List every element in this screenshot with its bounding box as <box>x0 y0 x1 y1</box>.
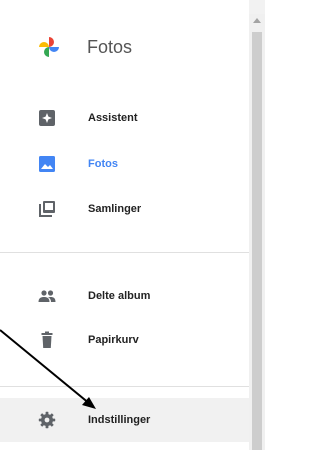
sidebar-item-label: Fotos <box>88 158 118 170</box>
scrollbar-thumb[interactable] <box>252 32 262 450</box>
vertical-scrollbar[interactable] <box>249 14 265 450</box>
sidebar-item-indstillinger[interactable]: Indstillinger <box>0 398 249 442</box>
photo-icon <box>39 156 55 172</box>
gear-icon <box>38 411 56 429</box>
sidebar-item-assistent[interactable]: Assistent <box>0 99 249 137</box>
sidebar-item-samlinger[interactable]: Samlinger <box>0 190 249 228</box>
navigation-drawer: Fotos Assistent Fotos Samlinger Delte al… <box>0 0 249 450</box>
sidebar-item-label: Delte album <box>88 290 151 302</box>
sidebar-item-delte-album[interactable]: Delte album <box>0 277 249 315</box>
trash-icon <box>41 331 53 348</box>
app-title: Fotos <box>87 37 133 57</box>
people-icon <box>38 290 56 302</box>
sidebar-item-label: Indstillinger <box>88 414 151 426</box>
sidebar-item-papirkurv[interactable]: Papirkurv <box>0 321 249 359</box>
scroll-up-arrow-icon[interactable] <box>253 18 261 23</box>
collections-icon <box>39 201 55 217</box>
divider <box>0 386 249 387</box>
sidebar-item-label: Samlinger <box>88 203 142 215</box>
sidebar-item-label: Papirkurv <box>88 334 139 346</box>
divider <box>0 252 249 253</box>
sidebar-item-label: Assistent <box>88 112 138 124</box>
photos-pinwheel-icon <box>39 37 59 57</box>
assistant-icon <box>39 110 55 126</box>
sidebar-item-fotos[interactable]: Fotos <box>0 145 249 183</box>
